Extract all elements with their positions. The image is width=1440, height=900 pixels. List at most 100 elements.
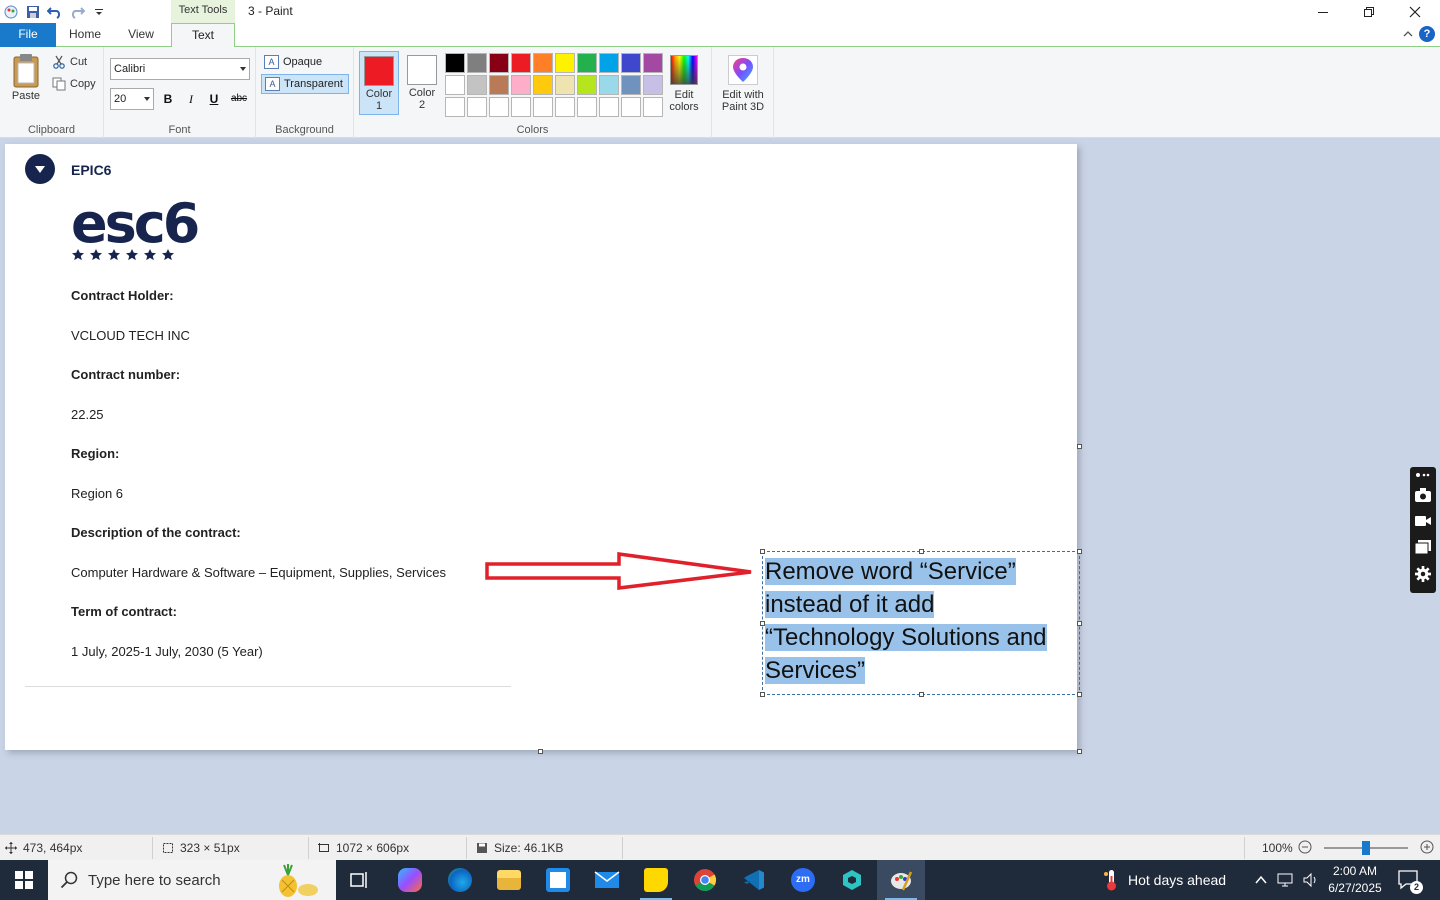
- color-1-button[interactable]: Color 1: [359, 51, 399, 115]
- palette-swatch[interactable]: [533, 97, 553, 117]
- palette-swatch[interactable]: [533, 75, 553, 95]
- palette-swatch[interactable]: [445, 53, 465, 73]
- more-icon[interactable]: [1414, 469, 1432, 481]
- taskbar-mail[interactable]: [583, 860, 631, 900]
- palette-swatch[interactable]: [621, 97, 641, 117]
- canvas-resize-handle[interactable]: [1077, 444, 1082, 449]
- taskbar-copilot[interactable]: [386, 860, 434, 900]
- canvas-resize-handle[interactable]: [538, 749, 543, 754]
- clock[interactable]: 2:00 AM 6/27/2025: [1320, 863, 1390, 897]
- strikethrough-button[interactable]: abc: [227, 90, 251, 108]
- zoom-in-button[interactable]: [1420, 840, 1434, 854]
- palette-swatch[interactable]: [599, 97, 619, 117]
- palette-swatch[interactable]: [555, 97, 575, 117]
- drawing-canvas[interactable]: EPIC6 esc6 Contract Holder: VCLOUD TECH …: [5, 144, 1082, 750]
- resize-handle[interactable]: [1077, 549, 1082, 554]
- copy-button[interactable]: Copy: [52, 75, 96, 93]
- taskbar-vscode[interactable]: [730, 860, 778, 900]
- resize-handle[interactable]: [1077, 692, 1082, 697]
- notification-center-button[interactable]: 2: [1396, 868, 1423, 894]
- help-icon[interactable]: ?: [1419, 26, 1435, 42]
- tab-view[interactable]: View: [116, 23, 166, 47]
- palette-swatch[interactable]: [643, 97, 663, 117]
- taskbar-sticky-notes[interactable]: [632, 860, 680, 900]
- edit-colors-button[interactable]: Edit colors: [666, 53, 702, 113]
- palette-swatch[interactable]: [621, 75, 641, 95]
- gallery-icon[interactable]: [1414, 539, 1432, 555]
- palette-swatch[interactable]: [489, 53, 509, 73]
- restore-button[interactable]: [1346, 0, 1392, 23]
- minimize-button[interactable]: [1300, 0, 1346, 23]
- font-family-dropdown[interactable]: Calibri: [110, 58, 250, 80]
- palette-swatch[interactable]: [555, 75, 575, 95]
- paint-app-icon[interactable]: [0, 2, 22, 22]
- bold-button[interactable]: B: [158, 90, 178, 108]
- task-view-button[interactable]: [336, 860, 384, 900]
- canvas-resize-handle[interactable]: [1077, 749, 1082, 754]
- palette-swatch[interactable]: [599, 75, 619, 95]
- resize-handle[interactable]: [760, 692, 765, 697]
- palette-swatch[interactable]: [511, 97, 531, 117]
- resize-handle[interactable]: [919, 549, 924, 554]
- underline-button[interactable]: U: [204, 90, 224, 108]
- palette-swatch[interactable]: [577, 75, 597, 95]
- tab-file[interactable]: File: [0, 23, 56, 47]
- start-button[interactable]: [0, 860, 48, 900]
- text-selection-box[interactable]: Remove word “Service” instead of it add …: [760, 549, 1082, 697]
- resize-handle[interactable]: [760, 621, 765, 626]
- taskbar-zoom[interactable]: zm: [779, 860, 827, 900]
- tab-text[interactable]: Text: [171, 23, 235, 48]
- italic-button[interactable]: I: [181, 90, 201, 108]
- chevron-up-icon[interactable]: [1254, 873, 1268, 887]
- gear-icon[interactable]: [1414, 566, 1432, 582]
- palette-swatch[interactable]: [467, 75, 487, 95]
- resize-handle[interactable]: [760, 549, 765, 554]
- palette-swatch[interactable]: [643, 53, 663, 73]
- transparent-option[interactable]: A Transparent: [261, 74, 349, 94]
- zoom-out-button[interactable]: [1298, 840, 1312, 854]
- palette-swatch[interactable]: [489, 97, 509, 117]
- taskbar-app-cube[interactable]: [828, 860, 876, 900]
- customize-qat-button[interactable]: [88, 2, 110, 22]
- palette-swatch[interactable]: [511, 75, 531, 95]
- edit-with-paint3d-button[interactable]: Edit with Paint 3D: [716, 53, 770, 113]
- palette-swatch[interactable]: [533, 53, 553, 73]
- save-button[interactable]: [22, 2, 44, 22]
- palette-swatch[interactable]: [511, 53, 531, 73]
- palette-swatch[interactable]: [489, 75, 509, 95]
- palette-swatch[interactable]: [577, 53, 597, 73]
- zoom-slider-thumb[interactable]: [1362, 841, 1370, 855]
- palette-swatch[interactable]: [577, 97, 597, 117]
- resize-handle[interactable]: [1077, 621, 1082, 626]
- palette-swatch[interactable]: [445, 97, 465, 117]
- camera-icon[interactable]: [1414, 487, 1432, 503]
- color-2-button[interactable]: Color 2: [402, 51, 442, 115]
- taskbar-paint[interactable]: [877, 860, 925, 900]
- collapse-ribbon-button[interactable]: [1402, 28, 1414, 43]
- taskbar-search[interactable]: Type here to search: [48, 860, 336, 900]
- redo-button[interactable]: [66, 2, 88, 22]
- palette-swatch[interactable]: [555, 53, 575, 73]
- palette-swatch[interactable]: [599, 53, 619, 73]
- resize-handle[interactable]: [919, 692, 924, 697]
- taskbar-store[interactable]: [534, 860, 582, 900]
- palette-swatch[interactable]: [643, 75, 663, 95]
- video-icon[interactable]: [1414, 513, 1432, 529]
- palette-swatch[interactable]: [467, 97, 487, 117]
- annotation-text[interactable]: Remove word “Service” instead of it add …: [765, 555, 1077, 687]
- tab-home[interactable]: Home: [60, 23, 110, 47]
- undo-button[interactable]: [44, 2, 66, 22]
- weather-widget[interactable]: Hot days ahead: [1102, 860, 1226, 900]
- taskbar-chrome[interactable]: [681, 860, 729, 900]
- volume-icon[interactable]: [1302, 872, 1320, 888]
- close-button[interactable]: [1392, 0, 1438, 23]
- taskbar-file-explorer[interactable]: [485, 860, 533, 900]
- network-icon[interactable]: [1276, 872, 1294, 888]
- palette-swatch[interactable]: [621, 53, 641, 73]
- opaque-option[interactable]: A Opaque: [261, 52, 349, 72]
- palette-swatch[interactable]: [445, 75, 465, 95]
- taskbar-edge[interactable]: [436, 860, 484, 900]
- font-size-dropdown[interactable]: 20: [110, 88, 154, 110]
- palette-swatch[interactable]: [467, 53, 487, 73]
- cut-button[interactable]: Cut: [52, 53, 87, 71]
